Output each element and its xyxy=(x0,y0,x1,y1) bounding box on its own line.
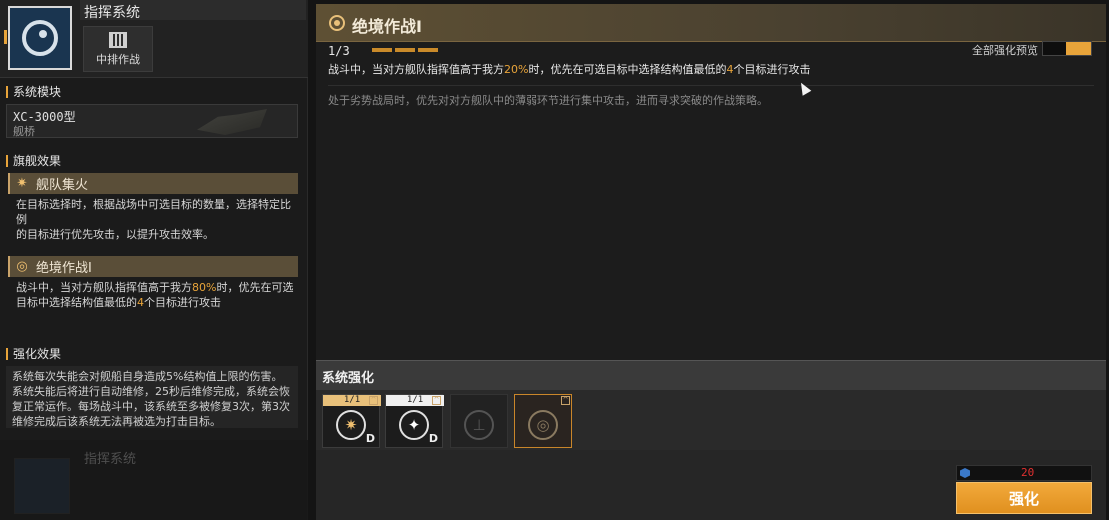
enhance-section-label: 强化效果 xyxy=(6,348,61,360)
preview-all-label: 全部强化预览 xyxy=(972,44,1038,57)
level-pip xyxy=(395,48,415,52)
level-pip xyxy=(372,48,392,52)
level-pip xyxy=(418,48,438,52)
left-panel: 指挥系统 中排作战 系统模块 XC-3000型 舰桥 旗舰效果 ✷ 舰队集火 在… xyxy=(0,0,308,520)
enhance-slot-selected[interactable]: ^ ◎ xyxy=(514,394,572,448)
effect-title-text: 绝境作战I xyxy=(36,261,92,276)
effect-title-last-stand: ◎ 绝境作战I xyxy=(8,256,298,277)
upgrade-icon: ^ xyxy=(432,396,441,405)
detail-panel: 绝境作战I 1/3 全部强化预览 战斗中，当对方舰队指挥值高于我方20%时，优先… xyxy=(316,4,1106,520)
mode-icon xyxy=(109,31,127,48)
enhance-header: 系统强化 xyxy=(316,360,1106,390)
level-indicator: 1/3 xyxy=(328,44,350,58)
header-target-icon xyxy=(329,15,345,31)
detail-header: 绝境作战I xyxy=(316,4,1106,42)
lore-text: 处于劣势战局时，优先对对方舰队中的薄弱环节进行集中攻击，进而寻求突破的作战策略。 xyxy=(328,94,768,107)
enhance-slot[interactable]: 1/1 ^ ✦ D xyxy=(385,394,444,448)
desc-text: 时，优先在可选目标中选择结构值最低的 xyxy=(528,63,727,76)
desc-text: 个目标进行攻击 xyxy=(733,63,811,76)
detail-title: 绝境作战I xyxy=(352,17,422,36)
enhance-slot[interactable]: 1/1 ^ ✷ D xyxy=(322,394,381,448)
module-card[interactable]: XC-3000型 舰桥 xyxy=(6,104,298,138)
highlight-percent: 20% xyxy=(504,63,529,76)
highlight-percent: 80% xyxy=(192,281,217,294)
fleet-fire-icon: ✷ xyxy=(16,175,28,191)
selected-indicator xyxy=(4,30,7,44)
slot-emblem-icon: ✦ xyxy=(399,410,429,440)
enhance-slots: 1/1 ^ ✷ D 1/1 ^ ✦ D ⊥ ^ ◎ xyxy=(316,390,1106,450)
desc-text: 时，优先在可选 xyxy=(216,281,294,294)
enhance-button[interactable]: 强化 xyxy=(956,482,1092,514)
highlight-count: 4 xyxy=(137,296,144,309)
mode-button[interactable]: 中排作战 xyxy=(83,26,153,72)
mouse-cursor xyxy=(796,80,812,96)
effect-desc-line: 在目标选择时，根据战场中可选目标的数量，选择特定比例 xyxy=(16,198,291,226)
desc-text: 个目标进行攻击 xyxy=(144,296,221,309)
preview-all-toggle[interactable] xyxy=(1042,41,1092,56)
desc-text: 目标中选择结构值最低的 xyxy=(16,296,137,309)
module-subtitle: 舰桥 xyxy=(13,125,35,138)
effect-desc-last-stand: 战斗中，当对方舰队指挥值高于我方80%时，优先在可选 目标中选择结构值最低的4个… xyxy=(16,280,298,310)
lock-icon: ⊥ xyxy=(464,410,494,440)
upgrade-icon: ^ xyxy=(369,396,378,405)
system-header: 指挥系统 中排作战 xyxy=(0,0,308,78)
flagship-section-label: 旗舰效果 xyxy=(6,155,61,167)
effect-desc-line: 的目标进行优先攻击，以提升攻击效率。 xyxy=(16,228,214,241)
enhance-effect-text: 系统每次失能会对舰船自身造成5%结构值上限的伤害。系统失能后将进行自动维修，25… xyxy=(6,366,298,428)
mode-label: 中排作战 xyxy=(96,52,140,66)
upgrade-icon: ^ xyxy=(561,396,570,405)
effect-title-text: 舰队集火 xyxy=(36,178,89,193)
slot-grade: D xyxy=(428,432,438,445)
slot-emblem-icon: ✷ xyxy=(336,410,366,440)
system-icon[interactable] xyxy=(8,6,72,70)
module-section-label: 系统模块 xyxy=(6,86,61,98)
effect-desc-line: 目标中选择结构值最低的4个目标进行攻击 xyxy=(16,295,298,310)
effect-desc-fleet-fire: 在目标选择时，根据战场中可选目标的数量，选择特定比例 的目标进行优先攻击，以提升… xyxy=(16,197,298,242)
effect-desc-line: 战斗中，当对方舰队指挥值高于我方80%时，优先在可选 xyxy=(16,280,298,295)
slot-emblem-icon: ◎ xyxy=(528,410,558,440)
ghost-system-icon xyxy=(14,458,70,514)
cost-display: 20 xyxy=(956,465,1092,481)
cost-value: 20 xyxy=(1021,466,1035,479)
enhance-header-title: 系统强化 xyxy=(322,371,375,386)
system-title: 指挥系统 xyxy=(84,5,140,21)
last-stand-icon: ◎ xyxy=(16,258,28,274)
divider xyxy=(328,85,1094,86)
ship-image xyxy=(197,109,267,135)
detail-description: 战斗中，当对方舰队指挥值高于我方20%时，优先在可选目标中选择结构值最低的4个目… xyxy=(328,61,810,77)
desc-text: 战斗中，当对方舰队指挥值高于我方 xyxy=(328,63,504,76)
enhance-slot-locked[interactable]: ⊥ xyxy=(450,394,508,448)
next-system-ghost: 指挥系统 xyxy=(0,440,308,520)
ghost-system-title: 指挥系统 xyxy=(84,452,137,467)
effect-title-fleet-fire: ✷ 舰队集火 xyxy=(8,173,298,194)
slot-grade: D xyxy=(365,432,375,445)
desc-text: 战斗中，当对方舰队指挥值高于我方 xyxy=(16,281,192,294)
currency-icon xyxy=(960,468,970,478)
